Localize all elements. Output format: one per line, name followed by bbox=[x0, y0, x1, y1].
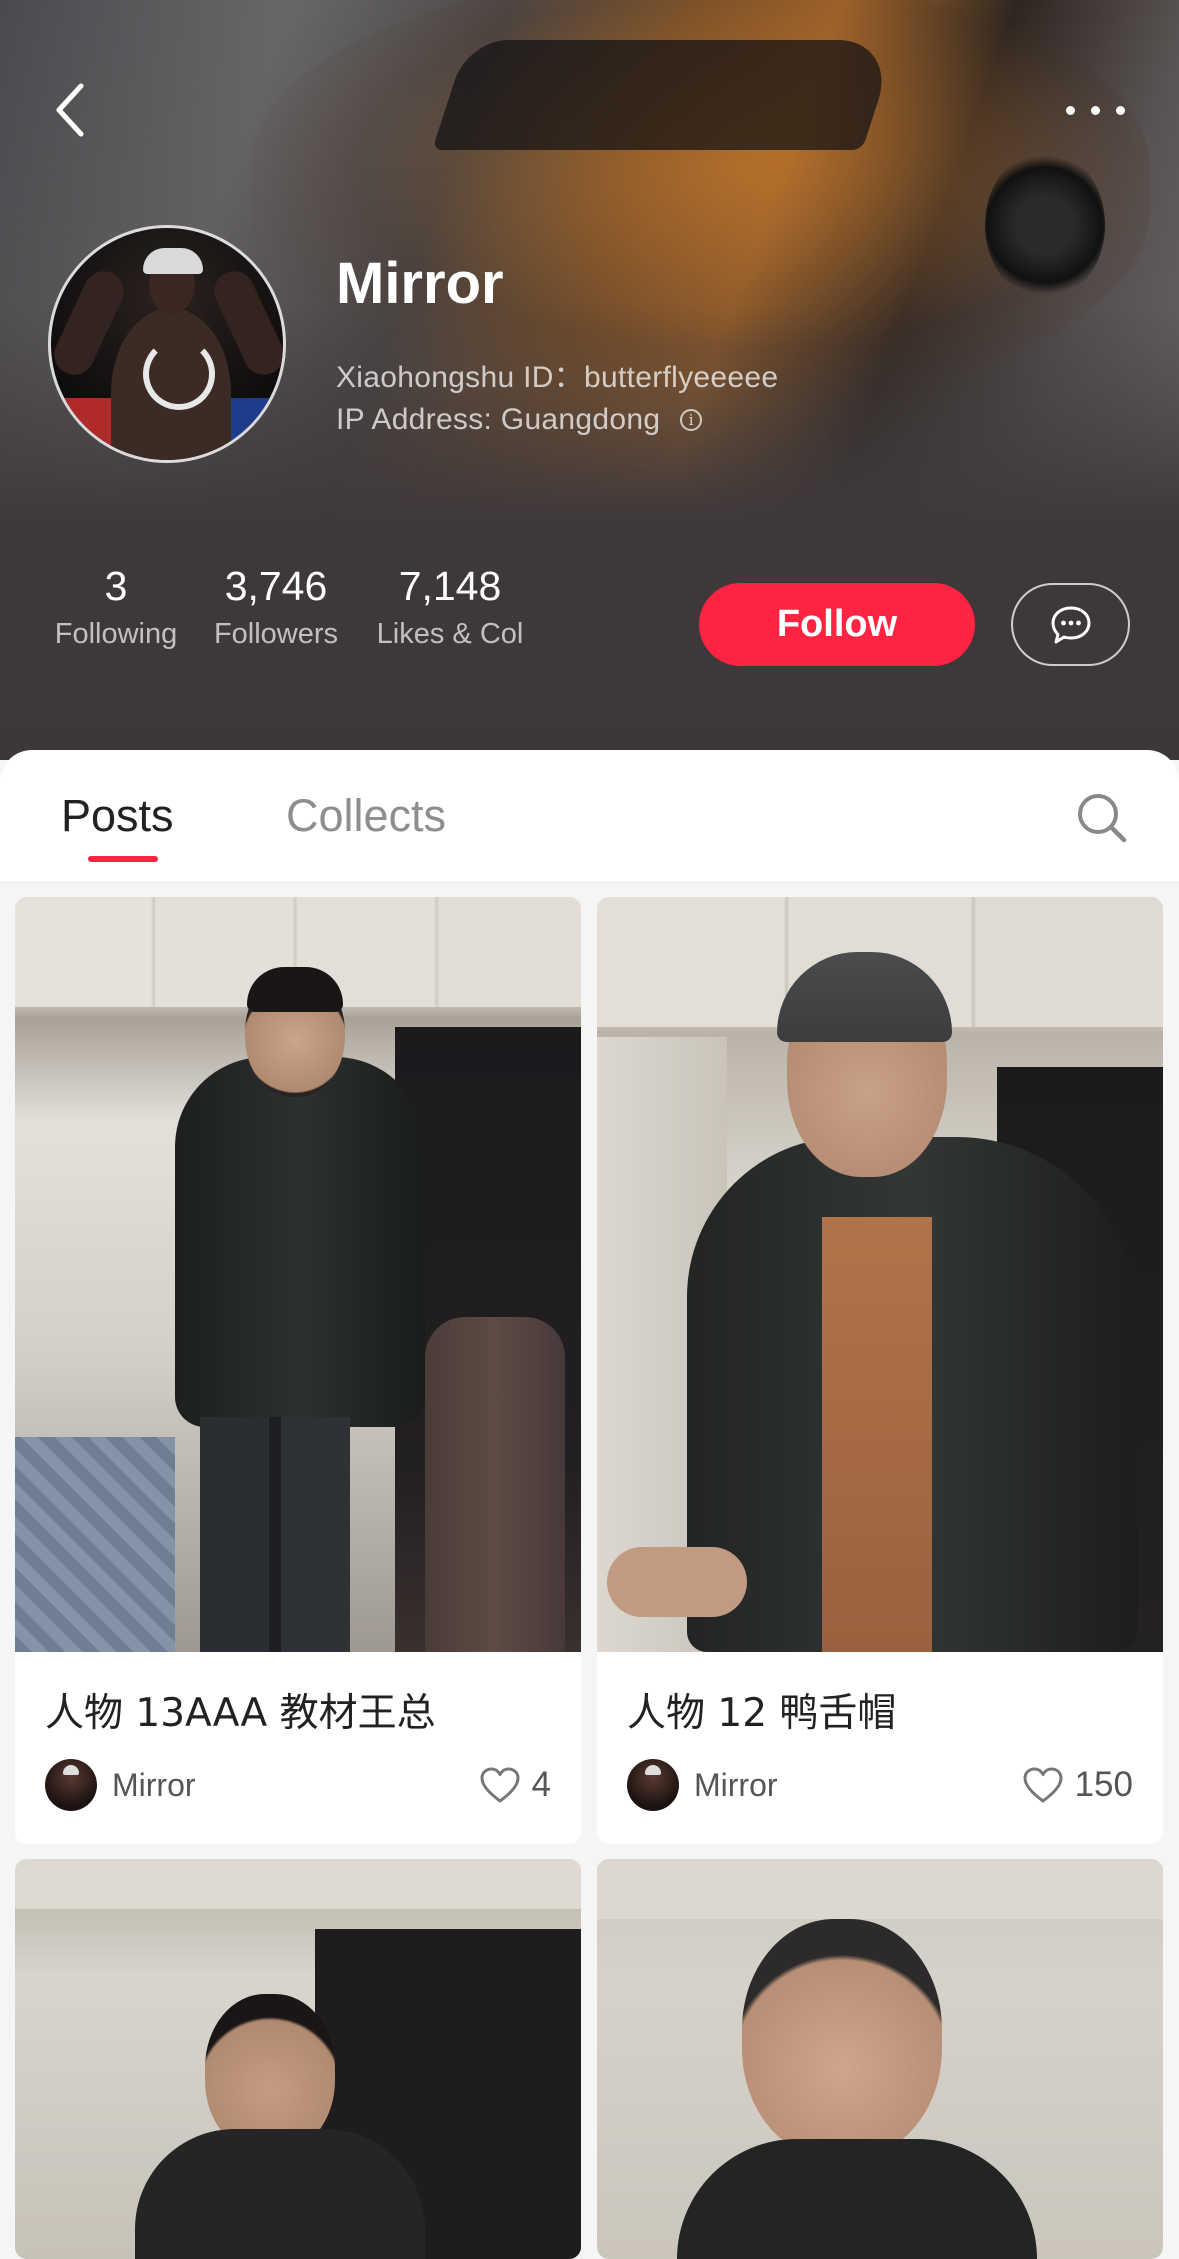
cover-car-window bbox=[432, 40, 898, 150]
search-button[interactable] bbox=[1070, 786, 1134, 850]
search-icon bbox=[1078, 794, 1127, 843]
post-thumbnail bbox=[15, 1859, 581, 2259]
post-thumbnail bbox=[597, 1859, 1163, 2259]
message-button[interactable] bbox=[1011, 583, 1130, 666]
thumb-person-legs bbox=[200, 1417, 350, 1652]
stat-followers[interactable]: 3,746 Followers bbox=[206, 558, 346, 651]
author-avatar[interactable] bbox=[45, 1759, 97, 1811]
more-dots-icon bbox=[1065, 105, 1075, 115]
thumb-person-shirt bbox=[822, 1217, 932, 1652]
stat-following-value: 3 bbox=[104, 563, 128, 609]
stat-following-label: Following bbox=[54, 618, 178, 650]
like-count: 4 bbox=[531, 1765, 551, 1804]
like-button[interactable]: 150 bbox=[1021, 1765, 1133, 1805]
chat-bubble-icon bbox=[1051, 606, 1090, 643]
profile-ip: IP Address: Guangdong bbox=[336, 403, 661, 436]
post-card[interactable] bbox=[597, 1859, 1163, 2259]
author-name[interactable]: Mirror bbox=[694, 1767, 778, 1804]
profile-id: Xiaohongshu ID：butterflyeeeee bbox=[336, 361, 779, 394]
thumb-person-jacket bbox=[135, 2129, 425, 2259]
heart-outline-icon bbox=[1023, 1767, 1063, 1803]
follow-button[interactable]: Follow bbox=[699, 583, 975, 666]
stat-followers-value: 3,746 bbox=[224, 563, 328, 609]
heart-outline-icon bbox=[480, 1767, 520, 1803]
post-title: 人物 13AAA 教材王总 bbox=[45, 1691, 436, 1736]
chevron-left-icon bbox=[56, 83, 84, 137]
stat-followers-label: Followers bbox=[213, 618, 339, 650]
avatar-cap bbox=[143, 248, 203, 274]
cover-car-wheel bbox=[985, 150, 1105, 300]
thumb-person-head bbox=[742, 1919, 942, 2159]
tab-bar: Posts Collects bbox=[0, 750, 1179, 883]
post-card[interactable]: 人物 13AAA 教材王总 Mirror 4 bbox=[15, 897, 581, 1844]
post-card[interactable] bbox=[15, 1859, 581, 2259]
stat-likes-label: Likes & Col bbox=[376, 618, 524, 650]
like-button[interactable]: 4 bbox=[478, 1765, 551, 1805]
info-icon[interactable]: i bbox=[680, 409, 703, 431]
thumb-curtain bbox=[425, 1317, 565, 1652]
more-options-button[interactable] bbox=[1050, 85, 1140, 135]
tab-posts[interactable]: Posts bbox=[61, 790, 174, 842]
thumb-person-jacket bbox=[677, 2139, 1037, 2259]
tab-collects[interactable]: Collects bbox=[286, 790, 446, 842]
thumb-cabinet bbox=[15, 1859, 581, 1909]
post-author-row: Mirror 150 bbox=[627, 1759, 1133, 1811]
author-name[interactable]: Mirror bbox=[112, 1767, 196, 1804]
back-button[interactable] bbox=[40, 70, 100, 150]
thumb-bed bbox=[15, 1437, 175, 1652]
thumb-person-jacket bbox=[175, 1057, 425, 1427]
post-card[interactable]: 人物 12 鸭舌帽 Mirror 150 bbox=[597, 897, 1163, 1844]
more-dot bbox=[1090, 105, 1100, 115]
stat-following[interactable]: 3 Following bbox=[48, 558, 184, 651]
like-count: 150 bbox=[1074, 1765, 1133, 1804]
active-tab-indicator bbox=[88, 856, 158, 862]
thumb-person-hand bbox=[607, 1547, 747, 1617]
post-thumbnail bbox=[15, 897, 581, 1652]
post-thumbnail bbox=[597, 897, 1163, 1652]
post-title: 人物 12 鸭舌帽 bbox=[627, 1691, 897, 1736]
avatar-chain bbox=[143, 338, 215, 410]
profile-username: Mirror bbox=[336, 251, 504, 316]
avatar-flag-red bbox=[61, 398, 111, 460]
post-author-row: Mirror 4 bbox=[45, 1759, 551, 1811]
profile-header: Mirror Xiaohongshu ID：butterflyeeeee IP … bbox=[0, 0, 1179, 760]
author-avatar[interactable] bbox=[627, 1759, 679, 1811]
more-dot bbox=[1115, 105, 1125, 115]
stat-likes-value: 7,148 bbox=[398, 563, 502, 609]
profile-avatar[interactable] bbox=[48, 225, 286, 463]
profile-ip-row: IP Address: Guangdong i bbox=[336, 403, 703, 437]
thumb-cabinet bbox=[597, 1859, 1163, 1919]
stat-likes[interactable]: 7,148 Likes & Col bbox=[366, 558, 534, 651]
